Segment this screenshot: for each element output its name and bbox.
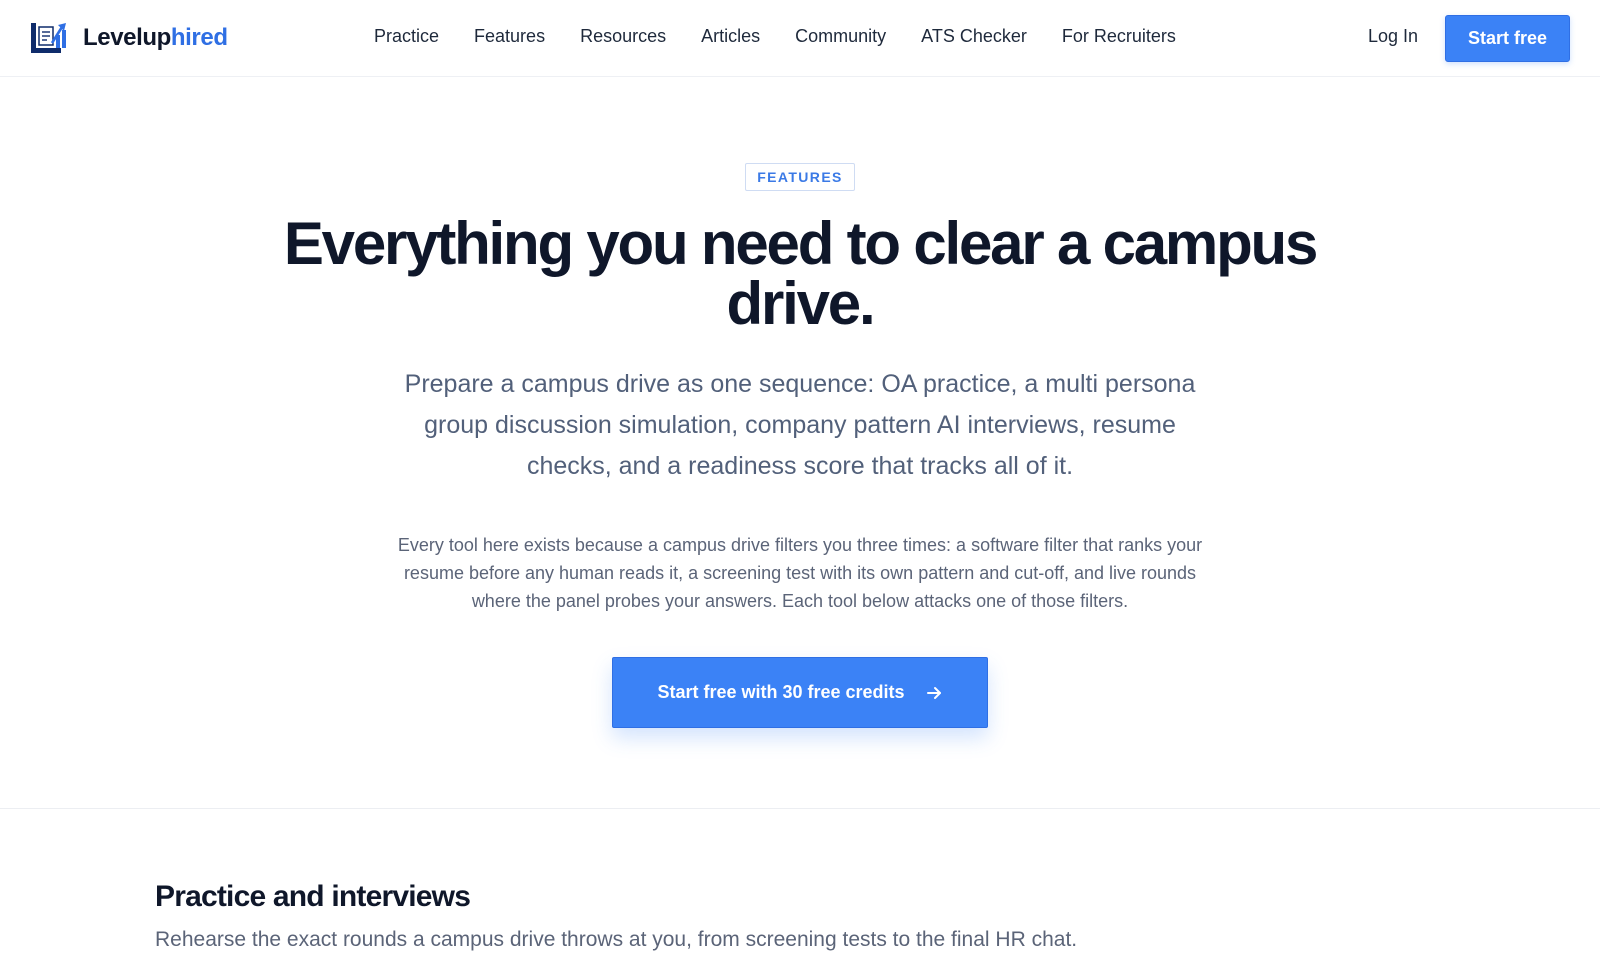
nav-resources[interactable]: Resources bbox=[580, 26, 666, 47]
start-free-button[interactable]: Start free bbox=[1445, 15, 1570, 62]
features-badge: FEATURES bbox=[745, 163, 855, 191]
logo-wordmark-accent: hired bbox=[170, 23, 228, 51]
logo-wordmark: Leveluphired bbox=[83, 24, 228, 52]
page-title: Everything you need to clear a campus dr… bbox=[200, 214, 1400, 334]
nav-for-recruiters[interactable]: For Recruiters bbox=[1062, 26, 1176, 47]
section-subtitle: Rehearse the exact rounds a campus drive… bbox=[155, 928, 1078, 951]
arrow-right-icon bbox=[926, 686, 941, 699]
nav-articles[interactable]: Articles bbox=[701, 26, 760, 47]
main-nav: Practice Features Resources Articles Com… bbox=[374, 26, 1176, 47]
hero-description-line-3: where the panel probes your answers. Eac… bbox=[471, 591, 1129, 611]
hero-subtitle: Prepare a campus drive as one sequence: … bbox=[370, 364, 1230, 487]
login-link[interactable]: Log In bbox=[1368, 26, 1418, 47]
page-title-line-2: drive. bbox=[726, 270, 876, 337]
hero-description-line-1: Every tool here exists because a campus … bbox=[397, 535, 1203, 555]
nav-practice[interactable]: Practice bbox=[374, 26, 439, 47]
section-divider bbox=[0, 808, 1600, 809]
start-free-credits-button[interactable]: Start free with 30 free credits bbox=[612, 657, 988, 728]
nav-features[interactable]: Features bbox=[474, 26, 545, 47]
nav-community[interactable]: Community bbox=[795, 26, 886, 47]
chart-document-logo-icon bbox=[31, 23, 66, 53]
hero-subtitle-line-2: group discussion simulation, company pat… bbox=[424, 411, 1176, 439]
hero-description-line-2: resume before any human reads it, a scre… bbox=[403, 563, 1197, 583]
section-title: Practice and interviews bbox=[155, 880, 471, 913]
hero-subtitle-line-1: Prepare a campus drive as one sequence: … bbox=[404, 370, 1196, 398]
hero-description: Every tool here exists because a campus … bbox=[360, 531, 1240, 615]
logo-wordmark-main: Levelup bbox=[83, 23, 171, 51]
logo[interactable]: Leveluphired bbox=[31, 21, 228, 54]
site-header: Leveluphired Practice Features Resources… bbox=[0, 0, 1600, 77]
hero-subtitle-line-3: checks, and a readiness score that track… bbox=[526, 452, 1074, 480]
cta-label: Start free with 30 free credits bbox=[657, 682, 905, 702]
nav-ats-checker[interactable]: ATS Checker bbox=[921, 26, 1027, 47]
page-title-line-1: Everything you need to clear a campus bbox=[283, 210, 1318, 277]
